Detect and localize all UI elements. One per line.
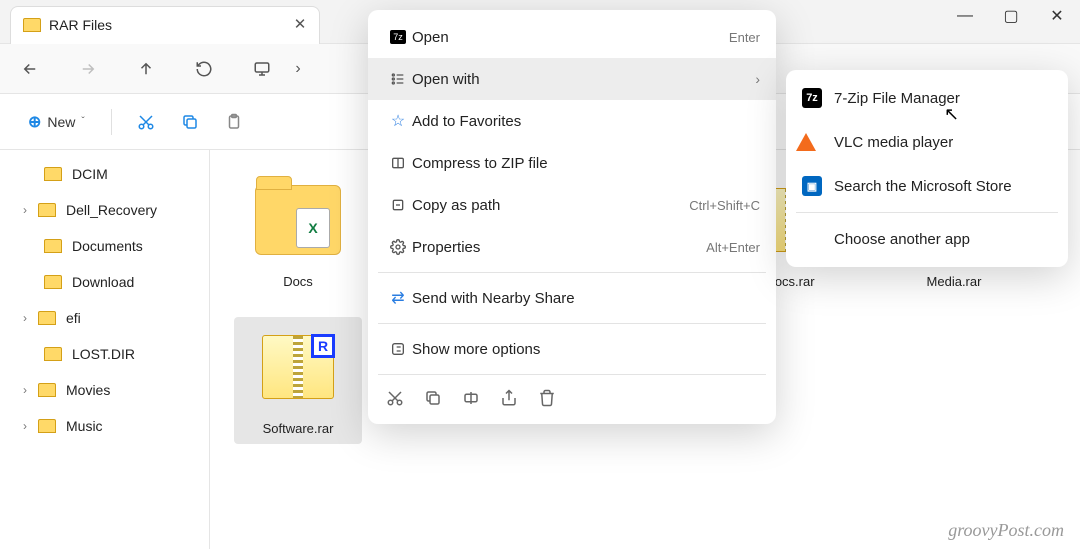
file-label: Media.rar (890, 270, 1018, 297)
menu-properties[interactable]: Properties Alt+Enter (368, 226, 776, 268)
window-controls: — ▢ ✕ (942, 0, 1080, 32)
forward-button[interactable] (76, 57, 100, 81)
app-icon: 7z (384, 30, 412, 44)
rar-icon: R (262, 335, 334, 399)
sidebar-item-lostdir[interactable]: LOST.DIR (0, 336, 209, 372)
vlc-icon (796, 133, 816, 151)
openwith-7zip[interactable]: 7z 7-Zip File Manager (786, 76, 1068, 120)
open-with-submenu: 7z 7-Zip File Manager VLC media player ▣… (786, 70, 1068, 267)
sidebar-item-music[interactable]: ›Music (0, 408, 209, 444)
chevron-right-icon: › (18, 383, 32, 397)
back-button[interactable] (18, 57, 42, 81)
folder-icon (44, 347, 62, 361)
separator (378, 272, 766, 273)
minimize-button[interactable]: — (942, 0, 988, 32)
up-button[interactable] (134, 57, 158, 81)
separator (378, 323, 766, 324)
sidebar-item-efi[interactable]: ›efi (0, 300, 209, 336)
zip-icon (384, 155, 412, 171)
separator (111, 109, 112, 135)
menu-more-options[interactable]: Show more options (368, 328, 776, 370)
paste-button[interactable] (216, 113, 252, 131)
menu-copy-path[interactable]: Copy as path Ctrl+Shift+C (368, 184, 776, 226)
file-item-software-rar[interactable]: R Software.rar (234, 317, 362, 444)
blank-icon (802, 229, 822, 249)
folder-icon (38, 311, 56, 325)
folder-icon (44, 239, 62, 253)
chevron-down-icon: ˇ (81, 116, 84, 127)
sidebar-item-documents[interactable]: Documents (0, 228, 209, 264)
menu-open[interactable]: 7z Open Enter (368, 16, 776, 58)
close-button[interactable]: ✕ (1034, 0, 1080, 32)
sidebar-item-dcim[interactable]: DCIM (0, 156, 209, 192)
file-label: Docs (234, 270, 362, 297)
folder-icon (38, 383, 56, 397)
pc-icon[interactable] (250, 57, 274, 81)
menu-open-with[interactable]: Open with › (368, 58, 776, 100)
openwith-another[interactable]: Choose another app (786, 217, 1068, 261)
rename-action[interactable] (462, 389, 480, 412)
chevron-right-icon: › (755, 71, 760, 87)
new-label: New (47, 114, 75, 130)
menu-favorites[interactable]: ☆ Add to Favorites (368, 100, 776, 142)
nearby-icon: ⇄ (384, 288, 412, 308)
chevron-right-icon: › (18, 419, 32, 433)
sidebar-item-dell-recovery[interactable]: ›Dell_Recovery (0, 192, 209, 228)
folder-icon (38, 203, 56, 217)
copy-button[interactable] (172, 113, 208, 131)
copy-path-icon (384, 197, 412, 213)
folder-icon (44, 167, 62, 181)
breadcrumb-chevron-icon[interactable]: › (286, 57, 310, 81)
open-with-icon (384, 71, 412, 87)
separator (796, 212, 1058, 213)
folder-icon (23, 18, 41, 32)
star-icon: ☆ (384, 111, 412, 131)
openwith-store[interactable]: ▣ Search the Microsoft Store (786, 164, 1068, 208)
file-label: Software.rar (234, 417, 362, 444)
sidebar-item-movies[interactable]: ›Movies (0, 372, 209, 408)
sidebar: DCIM ›Dell_Recovery Documents Download ›… (0, 150, 210, 549)
folder-icon: X (255, 185, 341, 255)
chevron-right-icon: › (18, 203, 32, 217)
sevenzip-icon: 7z (802, 88, 822, 108)
cut-button[interactable] (128, 113, 164, 131)
context-menu: 7z Open Enter Open with › ☆ Add to Favor… (368, 10, 776, 424)
plus-icon: ⊕ (28, 112, 41, 132)
properties-icon (384, 239, 412, 255)
cut-action[interactable] (386, 389, 404, 412)
close-tab-icon[interactable]: ✕ (293, 18, 307, 32)
window-tab[interactable]: RAR Files ✕ (10, 6, 320, 44)
openwith-vlc[interactable]: VLC media player (786, 120, 1068, 164)
folder-icon (38, 419, 56, 433)
new-button[interactable]: ⊕ New ˇ (18, 106, 95, 138)
file-item-docs-folder[interactable]: X Docs (234, 170, 362, 297)
more-icon (384, 341, 412, 357)
chevron-right-icon: › (18, 311, 32, 325)
refresh-button[interactable] (192, 57, 216, 81)
tab-title: RAR Files (49, 17, 293, 33)
maximize-button[interactable]: ▢ (988, 0, 1034, 32)
quick-actions (368, 379, 776, 418)
store-icon: ▣ (802, 176, 822, 196)
separator (378, 374, 766, 375)
sidebar-item-download[interactable]: Download (0, 264, 209, 300)
watermark: groovyPost.com (948, 520, 1064, 541)
delete-action[interactable] (538, 389, 556, 412)
share-action[interactable] (500, 389, 518, 412)
folder-icon (44, 275, 62, 289)
menu-nearby-share[interactable]: ⇄ Send with Nearby Share (368, 277, 776, 319)
menu-compress[interactable]: Compress to ZIP file (368, 142, 776, 184)
copy-action[interactable] (424, 389, 442, 412)
